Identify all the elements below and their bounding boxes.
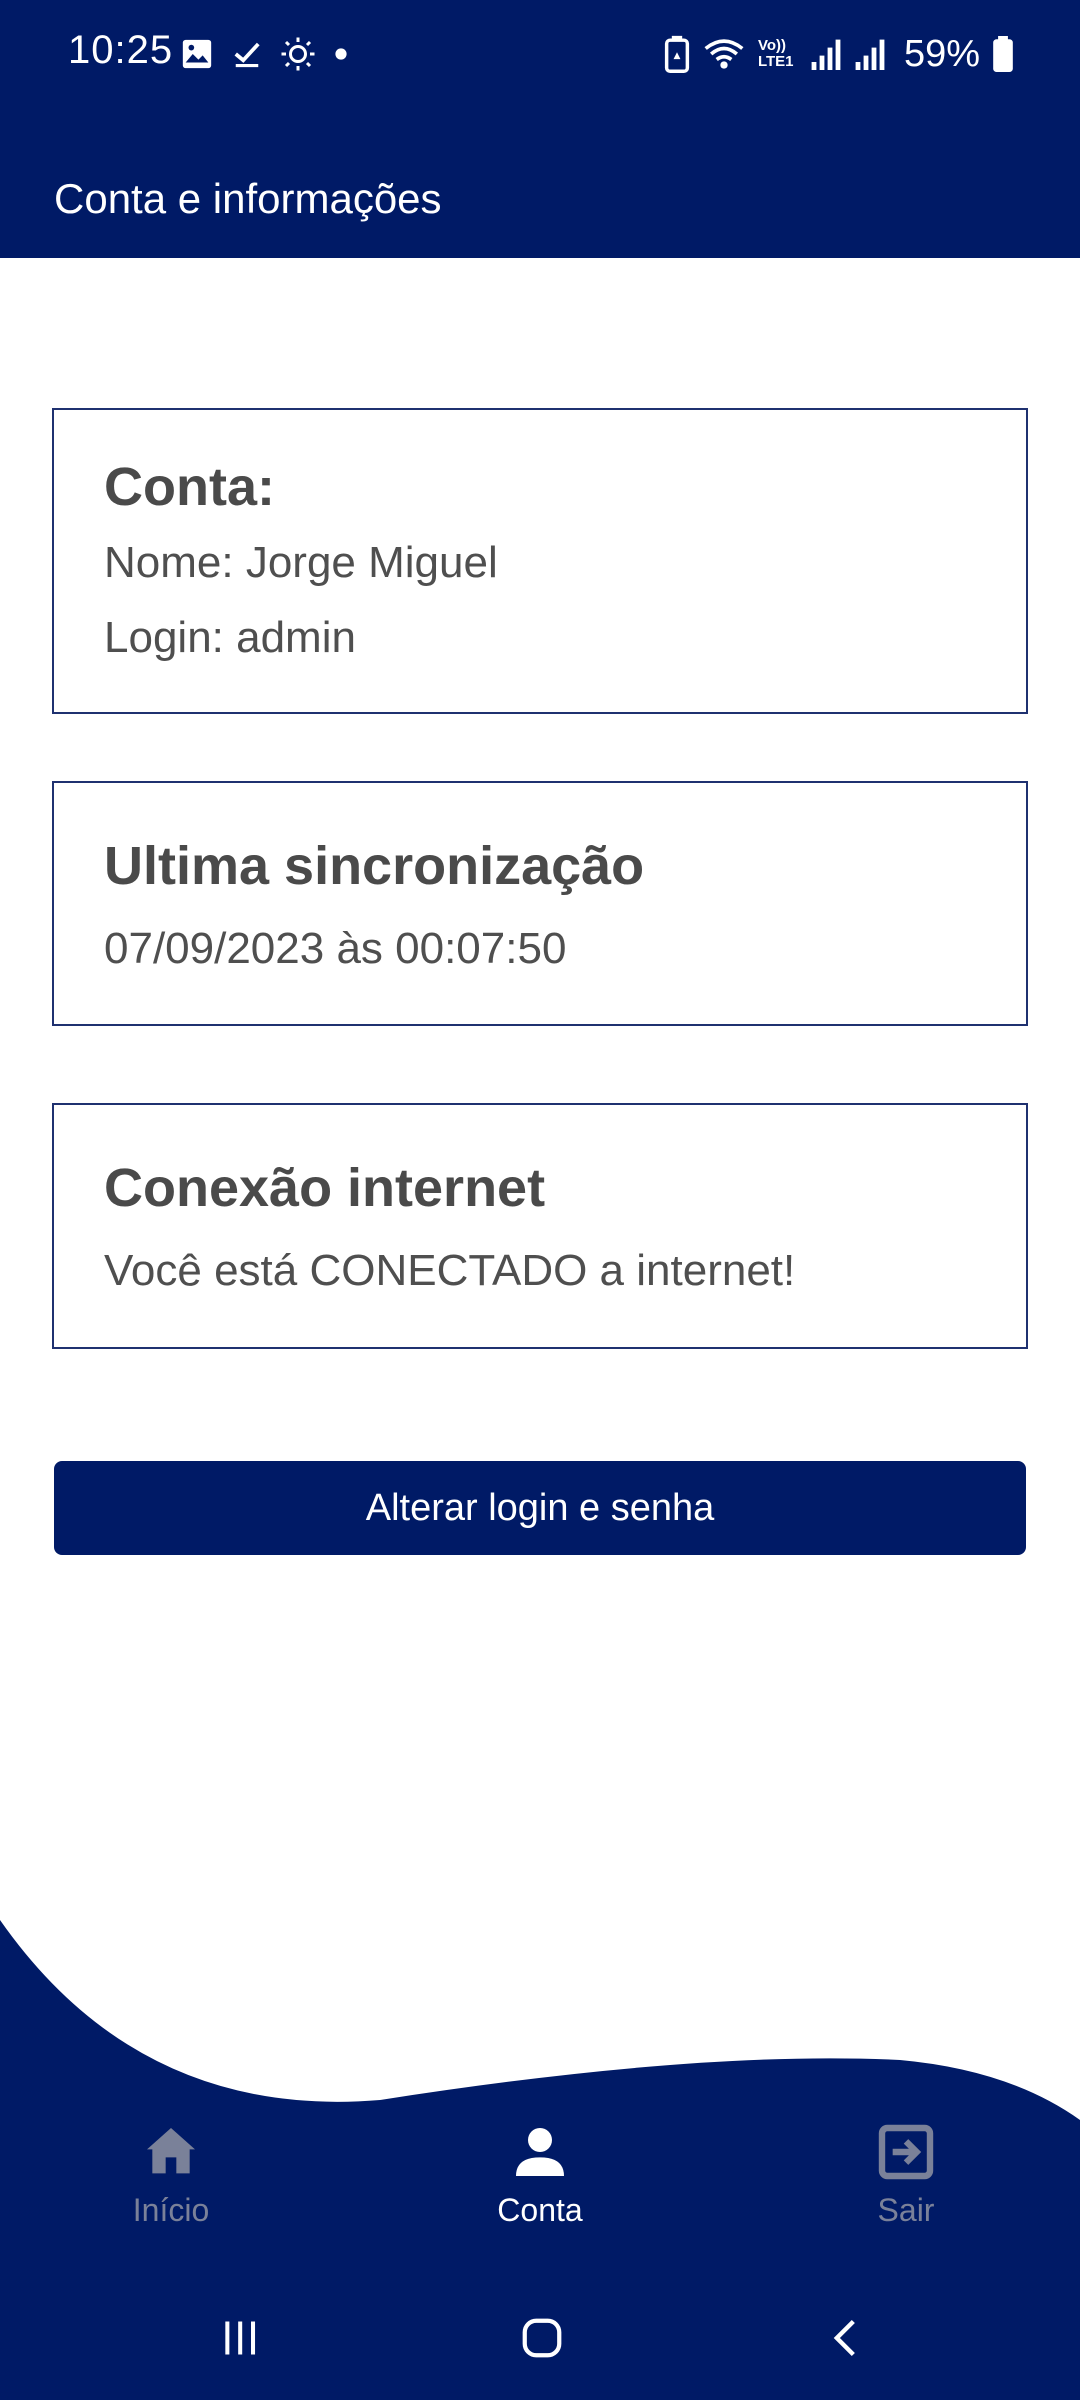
signal-icon [811, 39, 841, 70]
home-button[interactable] [502, 2308, 582, 2368]
check-icon [234, 42, 260, 68]
change-login-button[interactable]: Alterar login e senha [54, 1461, 1026, 1555]
battery-icon [993, 36, 1013, 72]
status-time: 10:25 [68, 28, 174, 72]
volte-icon: Vo)) LTE1 [757, 37, 794, 70]
nav-label-inicio: Início [132, 2192, 210, 2228]
back-button[interactable] [806, 2308, 886, 2368]
internet-card: Conexão internet Você está CONECTADO a i… [52, 1103, 1028, 1349]
brightness-icon [281, 37, 315, 71]
back-icon [833, 2319, 855, 2357]
home-button-icon [522, 2318, 562, 2358]
wifi-icon [704, 39, 744, 69]
bottom-nav: Início Conta Sair [0, 2120, 1080, 2260]
account-card-title: Conta: [104, 457, 275, 517]
recent-apps-button[interactable] [200, 2308, 280, 2368]
dot-icon [335, 48, 347, 60]
status-left-icons [180, 34, 348, 74]
person-icon [516, 2128, 564, 2176]
status-bar: 10:25 Vo)) LTE1 59% [0, 0, 1080, 108]
nav-label-sair: Sair [877, 2192, 935, 2228]
home-icon [147, 2128, 195, 2174]
nav-item-sair[interactable]: Sair [796, 2120, 1016, 2260]
sync-card-title: Ultima sincronização [104, 836, 645, 896]
account-name: Nome: Jorge Miguel [104, 538, 498, 587]
image-icon [182, 39, 212, 69]
nav-item-inicio[interactable]: Início [61, 2120, 281, 2260]
system-nav-bar [0, 2270, 1080, 2400]
sync-card: Ultima sincronização 07/09/2023 às 00:07… [52, 781, 1028, 1026]
internet-status: Você está CONECTADO a internet! [104, 1246, 796, 1295]
nav-label-conta: Conta [497, 2192, 583, 2228]
internet-card-title: Conexão internet [104, 1158, 546, 1218]
battery-saver-icon [664, 35, 690, 73]
logout-icon [878, 2124, 934, 2180]
signal-icon [855, 39, 885, 70]
account-login: Login: admin [104, 613, 356, 662]
battery-percent: 59% [903, 32, 980, 75]
recent-apps-icon [225, 2321, 256, 2355]
account-card: Conta: Nome: Jorge Miguel Login: admin [52, 408, 1028, 714]
nav-item-conta[interactable]: Conta [430, 2120, 650, 2260]
sync-timestamp: 07/09/2023 às 00:07:50 [104, 924, 567, 973]
app-bar: 10:25 Vo)) LTE1 59% Conta e informações [0, 0, 1080, 258]
status-right-icons: Vo)) LTE1 59% [664, 30, 1014, 78]
page-title: Conta e informações [54, 175, 442, 222]
